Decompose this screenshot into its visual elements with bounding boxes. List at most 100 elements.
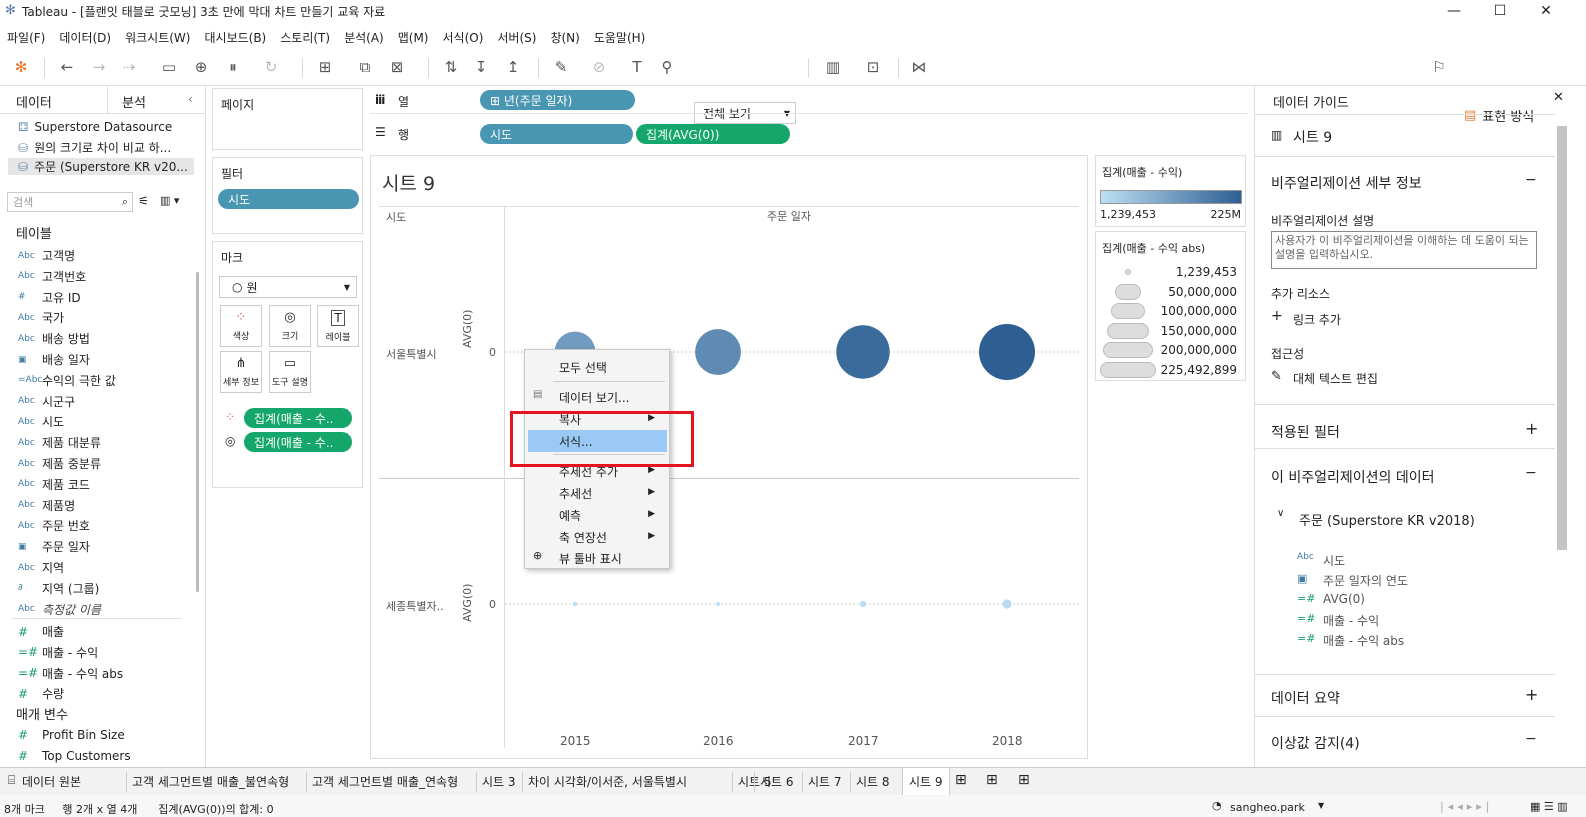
dimension-field[interactable]: ∂ 지역 (그룹) (18, 580, 99, 597)
outliers-title[interactable]: 이상값 감지(4) (1271, 733, 1360, 753)
pages-shelf[interactable]: 페이지 (212, 88, 363, 150)
context-menu-item[interactable]: 추세선 (559, 485, 592, 502)
description-textarea[interactable]: 사용자가 이 비주얼리제이션을 이해하는 데 도움이 되는 설명을 입력하십시오… (1271, 231, 1537, 269)
data-point[interactable] (572, 601, 578, 607)
rows-pill-sido[interactable]: 시도 (480, 124, 633, 144)
menu-item[interactable]: 워크시트(W) (118, 25, 197, 47)
viz-data-title[interactable]: 이 비주얼리제이션의 데이터 (1271, 467, 1434, 487)
collapse-icon[interactable]: − (1525, 731, 1537, 747)
menu-item[interactable]: 데이터(D) (52, 25, 118, 47)
new-story-tab-icon[interactable]: ⊞ (1018, 772, 1030, 788)
color-button[interactable]: ⁘ 색상 (220, 305, 262, 347)
rows-pill-avg[interactable]: 집계(AVG(0)) (636, 124, 790, 144)
duplicate-sheet-icon[interactable]: ⧉ (354, 56, 376, 78)
dimension-field[interactable]: Abc 제품 대분류 (18, 434, 101, 451)
sheet-tab[interactable]: 시트 3 (482, 773, 516, 790)
collapse-pane-icon[interactable]: ‹ (188, 92, 193, 106)
tab-analysis[interactable]: 분석 (122, 92, 146, 111)
viz-canvas[interactable]: 시트 9 시도 주문 일자 서울특별시 세종특별자.. AVG(0) AVG(0… (370, 155, 1088, 759)
data-point[interactable] (695, 329, 741, 375)
pin-icon[interactable]: ⚲ (656, 56, 678, 78)
data-point[interactable] (836, 325, 890, 379)
menu-item[interactable]: 창(N) (543, 25, 586, 47)
datasource-item[interactable]: ⚃ Superstore Datasource (18, 120, 172, 134)
menu-item[interactable]: 파일(F) (0, 25, 52, 47)
data-point[interactable] (1002, 599, 1012, 609)
dimension-field[interactable]: Abc 지역 (18, 559, 64, 576)
expand-icon[interactable]: + (1525, 685, 1538, 704)
save-icon[interactable]: ▭ (158, 56, 180, 78)
chevron-down-icon[interactable]: ∨ (1277, 508, 1284, 519)
measure-field[interactable]: =# 매출 - 수익 (18, 644, 98, 661)
menu-item[interactable]: 분석(A) (337, 25, 391, 47)
show-cards-icon[interactable]: ▥ (822, 56, 844, 78)
context-menu-item[interactable]: 데이터 보기... (559, 389, 629, 406)
datasource-item[interactable]: ⛁ 주문 (Superstore KR v20... (8, 158, 194, 175)
share-icon[interactable]: ⋈ (908, 56, 930, 78)
columns-pill[interactable]: ⊞ 년(주문 일자) (480, 90, 635, 110)
dimension-field[interactable]: Abc 주문 번호 (18, 517, 90, 534)
swap-icon[interactable]: ⇅ (440, 56, 462, 78)
datasource-item[interactable]: ⛁ 원의 크기로 차이 비교 하... (18, 139, 171, 156)
detail-button[interactable]: ⋔ 세부 정보 (220, 351, 262, 393)
applied-filters-title[interactable]: 적용된 필터 (1271, 422, 1340, 442)
sheet-nav-icon[interactable]: |◂◂▸▸| (1440, 800, 1494, 813)
alt-text-button[interactable]: 대체 텍스트 편집 (1293, 370, 1378, 387)
menu-item[interactable]: 도움말(H) (587, 25, 653, 47)
sheet-tab[interactable]: 시트 9 (902, 768, 950, 796)
parameter-field[interactable]: # Top Customers (18, 749, 131, 763)
filter-icon[interactable]: ⚟ (138, 194, 149, 208)
dimension-field[interactable]: ▣ 주문 일자 (18, 538, 90, 555)
dimension-field[interactable]: Abc 제품명 (18, 497, 75, 514)
add-link-button[interactable]: 링크 추가 (1293, 311, 1341, 328)
filters-shelf[interactable]: 필터 시도 (212, 157, 363, 234)
expand-icon[interactable]: + (1525, 419, 1538, 438)
context-menu-item[interactable]: 뷰 툴바 표시 (559, 550, 622, 567)
presentation-icon[interactable]: ⊡ (862, 56, 884, 78)
sheet-tab[interactable]: 차이 시각화/이서준, 서울특별시 (528, 773, 687, 790)
sheet-tab[interactable]: 시트 8 (856, 773, 890, 790)
color-field-pill[interactable]: 집계(매출 - 수.. (244, 408, 352, 428)
data-summary-title[interactable]: 데이터 요약 (1271, 688, 1340, 708)
tooltip-button[interactable]: ▭ 도구 설명 (269, 351, 311, 393)
user-chevron-icon[interactable]: ▼ (1318, 801, 1324, 810)
replay-icon[interactable]: ⇢ (118, 56, 140, 78)
pin-board-icon[interactable]: ⚐ (1428, 56, 1450, 78)
close-window-button[interactable]: ✕ (1523, 0, 1569, 22)
search-input[interactable]: 검색 ⌕ (7, 192, 133, 212)
sheet-tab[interactable]: 시트 7 (808, 773, 842, 790)
clear-sheet-icon[interactable]: ⊠ (386, 56, 408, 78)
redo-icon[interactable]: → (88, 56, 110, 78)
tableau-start-icon[interactable]: ✻ (10, 56, 32, 78)
close-guide-icon[interactable]: ✕ (1553, 90, 1564, 105)
sheet-grid-icon[interactable]: ▦ ☰ ▥ (1530, 800, 1568, 813)
menu-item[interactable]: 스토리(T) (273, 25, 337, 47)
refresh-icon[interactable]: ↻ (260, 56, 282, 78)
sheet-tab[interactable]: 데이터 원본 (22, 773, 81, 790)
data-point[interactable] (715, 601, 721, 607)
sort-desc-icon[interactable]: ↥ (502, 56, 524, 78)
menu-item[interactable]: 서식(O) (436, 25, 491, 47)
dimension-field[interactable]: Abc 국가 (18, 309, 64, 326)
context-menu-item[interactable]: 모두 선택 (559, 359, 607, 376)
scrollbar[interactable] (196, 272, 199, 592)
group-icon[interactable]: ⊘ (588, 56, 610, 78)
pause-updates-icon[interactable]: ⏸ (222, 56, 244, 78)
maximize-button[interactable]: ☐ (1477, 0, 1523, 22)
mark-type-select[interactable]: ○ 원 ▼ (219, 276, 357, 298)
dimension-field[interactable]: ▣ 배송 일자 (18, 351, 90, 368)
measure-field[interactable]: # 매출 (18, 623, 64, 640)
filter-pill[interactable]: 시도 (218, 189, 359, 209)
rows-shelf[interactable]: ☰ 행 시도 집계(AVG(0)) (370, 121, 1248, 147)
minimize-button[interactable]: — (1431, 0, 1477, 22)
new-dashboard-tab-icon[interactable]: ⊞ (986, 772, 998, 788)
size-field-pill[interactable]: 집계(매출 - 수.. (244, 432, 352, 452)
color-legend[interactable]: 집계(매출 - 수익) 1,239,453 225M (1095, 155, 1246, 227)
dimension-field[interactable]: Abc 배송 방법 (18, 330, 90, 347)
dimension-field[interactable]: Abc 제품 중분류 (18, 455, 101, 472)
size-legend[interactable]: 집계(매출 - 수익 abs) 1,239,453 50,000,000 100,0… (1095, 231, 1246, 381)
dimension-field[interactable]: =Abc 수익의 극한 값 (18, 372, 116, 389)
new-worksheet-icon[interactable]: ⊞ (314, 56, 336, 78)
sheet-tab[interactable]: 고객 세그먼트별 매출_연속형 (312, 773, 458, 790)
dimension-field[interactable]: Abc 고객번호 (18, 268, 86, 285)
